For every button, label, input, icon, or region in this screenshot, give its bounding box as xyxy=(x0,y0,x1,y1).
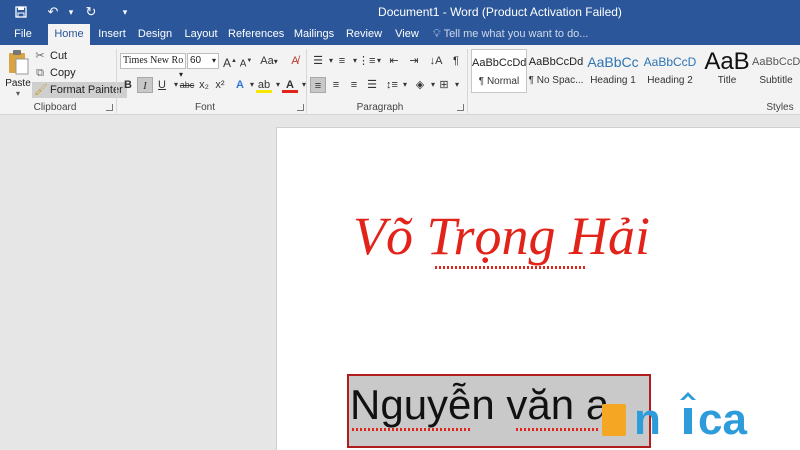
style-heading-1[interactable]: AaBbCc Heading 1 xyxy=(585,49,641,93)
font-name-box[interactable]: Times New Ro ▾ xyxy=(120,53,186,79)
italic-button[interactable]: I xyxy=(137,77,153,93)
font-name-value: Times New Ro xyxy=(123,55,184,66)
tab-references[interactable]: References xyxy=(228,24,284,45)
styles-group-label: Styles xyxy=(766,102,794,113)
style-title[interactable]: AaB Title xyxy=(699,49,755,93)
lightbulb-icon: 💡︎ xyxy=(433,28,441,40)
font-size-value: 60 xyxy=(190,55,202,66)
decrease-indent-icon[interactable]: ⇤ xyxy=(386,53,402,69)
spelling-squiggle xyxy=(352,428,472,431)
tab-mailings[interactable]: Mailings xyxy=(292,24,336,45)
chevron-down-icon[interactable]: ▾ xyxy=(449,77,465,93)
cut-button[interactable]: ✂ Cut xyxy=(34,48,67,64)
style-subtitle[interactable]: AaBbCcD Subtitle xyxy=(752,49,800,93)
grow-font-icon[interactable]: A▲ xyxy=(222,53,238,70)
style-heading-2[interactable]: AaBbCcD Heading 2 xyxy=(642,49,698,93)
cut-label: Cut xyxy=(50,50,68,62)
sort-icon[interactable]: ↓A xyxy=(428,53,444,69)
ribbon-tabs: File Home Insert Design Layout Reference… xyxy=(0,24,800,45)
paragraph-group-label: Paragraph xyxy=(356,102,404,113)
style-name: Subtitle xyxy=(759,75,793,86)
paragraph-launcher-icon[interactable] xyxy=(457,104,464,111)
separator xyxy=(306,49,307,113)
style-sample: AaBbCcD xyxy=(643,55,697,69)
align-center-icon[interactable]: ≡ xyxy=(328,77,344,93)
justify-icon[interactable]: ☰ xyxy=(364,77,380,93)
style-no-spacing[interactable]: AaBbCcDd ¶ No Spac... xyxy=(528,49,584,93)
ribbon: Paste ▾ ✂ Cut ⧉ Copy 🖌︎ Format Painter C… xyxy=(0,45,800,115)
tab-insert[interactable]: Insert xyxy=(94,24,130,45)
change-case-icon[interactable]: Aa▾ xyxy=(258,53,280,69)
unica-logo: u n ca xyxy=(602,392,747,442)
chevron-down-icon: ▾ xyxy=(211,56,216,65)
format-painter-label: Format Painter xyxy=(50,84,123,96)
style-name: ¶ No Spac... xyxy=(528,75,584,86)
separator xyxy=(467,49,468,113)
tab-review[interactable]: Review xyxy=(344,24,384,45)
tab-design[interactable]: Design xyxy=(136,24,174,45)
style-sample: AaB xyxy=(704,49,750,75)
paste-dropdown-icon: ▾ xyxy=(15,89,20,98)
style-normal[interactable]: AaBbCcDd ¶ Normal xyxy=(471,49,527,93)
increase-indent-icon[interactable]: ⇥ xyxy=(406,53,422,69)
style-sample: AaBbCcD xyxy=(752,56,800,68)
document-heading[interactable]: Võ Trọng Hải xyxy=(353,205,650,267)
align-right-icon[interactable]: ≡ xyxy=(346,77,362,93)
copy-icon: ⧉ xyxy=(36,67,44,79)
subscript-button[interactable]: x₂ xyxy=(196,77,212,93)
spelling-squiggle xyxy=(516,428,598,431)
show-paragraph-marks-icon[interactable]: ¶ xyxy=(448,53,464,69)
scissors-icon: ✂ xyxy=(35,50,45,62)
superscript-button[interactable]: x² xyxy=(212,77,228,93)
style-sample: AaBbCcDd xyxy=(528,56,584,68)
tab-file[interactable]: File xyxy=(6,24,40,45)
window-title: Document1 - Word (Product Activation Fai… xyxy=(378,5,622,19)
copy-label: Copy xyxy=(50,67,76,79)
style-name: Heading 1 xyxy=(590,75,636,86)
style-name: Heading 2 xyxy=(647,75,693,86)
style-name: ¶ Normal xyxy=(478,76,520,87)
font-launcher-icon[interactable] xyxy=(297,104,304,111)
style-sample: AaBbCcDd xyxy=(472,57,526,69)
chevron-down-icon[interactable]: ▾ xyxy=(371,53,387,69)
paintbrush-icon: 🖌︎ xyxy=(34,84,48,96)
style-sample: AaBbCc xyxy=(587,54,639,70)
tell-me-search[interactable]: 💡︎ Tell me what you want to do... xyxy=(433,24,588,45)
spelling-squiggle xyxy=(435,266,587,269)
svg-text:ca: ca xyxy=(698,395,747,442)
shrink-font-icon[interactable]: A▼ xyxy=(238,53,254,69)
title-bar: ↶ ▾ ↻ ▾ Document1 - Word (Product Activa… xyxy=(0,0,800,24)
tab-view[interactable]: View xyxy=(392,24,422,45)
font-size-box[interactable]: 60 ▾ xyxy=(187,53,219,69)
chevron-down-icon[interactable]: ▾ xyxy=(397,77,413,93)
style-name: Title xyxy=(717,75,737,86)
separator xyxy=(116,49,117,113)
format-painter-button[interactable]: 🖌︎ Format Painter xyxy=(32,82,127,98)
svg-text:n: n xyxy=(634,395,661,442)
selected-text[interactable]: Nguyễn văn a xyxy=(350,381,609,429)
clipboard-launcher-icon[interactable] xyxy=(106,104,113,111)
paste-button[interactable]: Paste ▾ xyxy=(4,49,32,98)
clipboard-group-label: Clipboard xyxy=(33,102,77,113)
clipboard-icon xyxy=(9,50,29,75)
copy-button[interactable]: ⧉ Copy xyxy=(34,65,76,81)
align-left-icon[interactable]: ≡ xyxy=(310,77,326,93)
tab-home[interactable]: Home xyxy=(48,24,90,45)
tell-me-text: Tell me what you want to do... xyxy=(443,28,589,40)
bold-button[interactable]: B xyxy=(120,77,136,93)
strikethrough-button[interactable]: abc xyxy=(178,77,196,93)
paste-label: Paste xyxy=(5,78,31,89)
font-group-label: Font xyxy=(194,102,215,113)
tab-layout[interactable]: Layout xyxy=(182,24,220,45)
clear-formatting-icon[interactable]: A̸ xyxy=(287,53,303,69)
